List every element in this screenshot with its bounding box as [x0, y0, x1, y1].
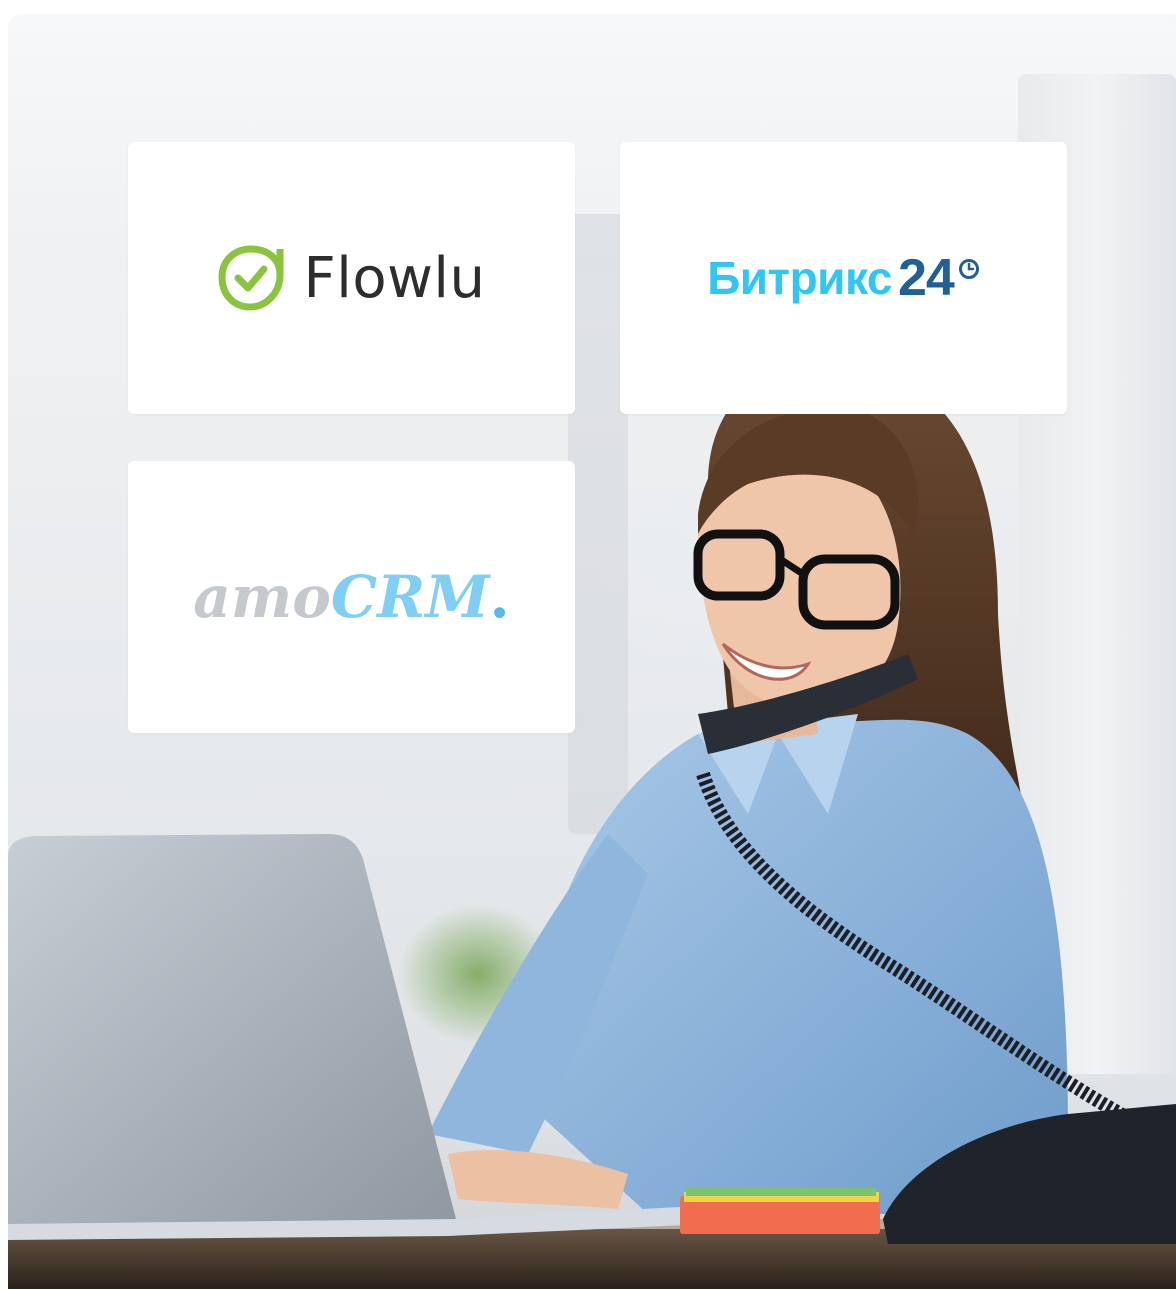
amocrm-wordmark-crm: CRM — [330, 563, 490, 631]
bitrix24-logo: Битрикс 24 — [707, 248, 980, 308]
clock-icon — [958, 259, 979, 279]
amocrm-logo: amo CRM . — [193, 563, 509, 631]
amocrm-wordmark-amo: amo — [193, 563, 331, 631]
laptop-lid — [8, 834, 456, 1229]
bitrix-number: 24 — [897, 249, 955, 307]
bitrix-wordmark: Битрикс — [707, 252, 892, 304]
hero-image: Flowlu Битрикс 24 amo CRM . — [8, 14, 1176, 1289]
bitrix24-card[interactable]: Битрикс 24 — [620, 142, 1067, 414]
amocrm-dot: . — [489, 563, 510, 631]
flowlu-wordmark: Flowlu — [303, 245, 486, 311]
flowlu-logo: Flowlu — [218, 245, 486, 311]
flowlu-card[interactable]: Flowlu — [128, 142, 575, 414]
amocrm-card[interactable]: amo CRM . — [128, 461, 575, 733]
flowlu-leaf-check-icon — [218, 245, 284, 311]
